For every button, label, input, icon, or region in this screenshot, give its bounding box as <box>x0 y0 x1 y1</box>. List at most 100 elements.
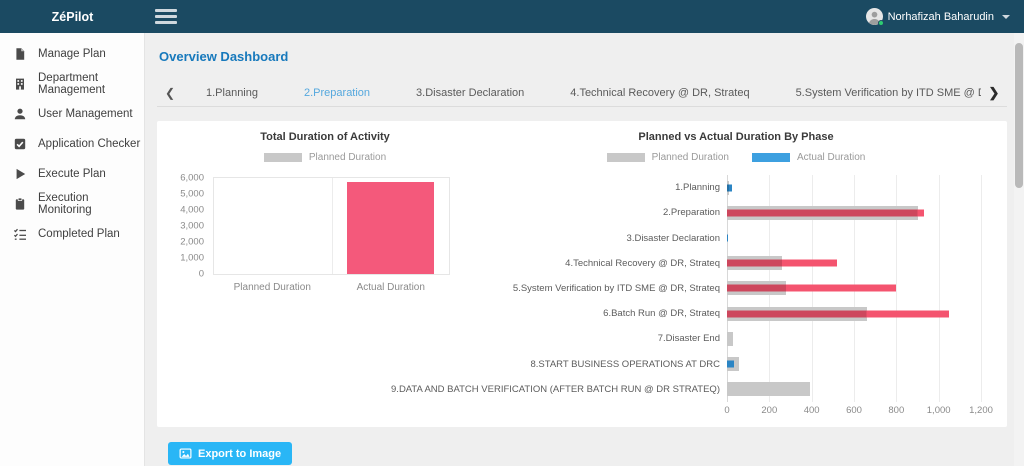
sidebar-item-label: Completed Plan <box>38 228 120 240</box>
chart-row: 6.Batch Run @ DR, Strateq <box>479 301 981 326</box>
tab-technical-recovery[interactable]: 4.Technical Recovery @ DR, Strateq <box>547 80 772 106</box>
tab-preparation[interactable]: 2.Preparation <box>281 80 393 106</box>
checklist-icon <box>13 227 27 241</box>
legend-label: Planned Duration <box>309 152 386 163</box>
bar-slot <box>214 178 332 274</box>
bar-track <box>727 225 981 250</box>
tabs-scroll-left-icon[interactable]: ❮︎ <box>157 86 183 100</box>
x-tick-label: 1,200 <box>969 405 993 416</box>
plot-area: 1.Planning 2.Preparation 3.Disaster Declar… <box>479 175 993 419</box>
row-label: 4.Technical Recovery @ DR, Strateq <box>479 258 727 269</box>
tab-system-verification[interactable]: 5.System Verification by ITD SME @ DR, S… <box>773 80 981 106</box>
main-content: Overview Dashboard ❮︎ 1.Planning 2.Prepa… <box>145 33 1024 466</box>
page-scrollbar <box>1014 33 1024 466</box>
row-label-text: 8.START BUSINESS OPERATIONS AT DRC <box>530 359 720 370</box>
sidebar-item-application-checker[interactable]: Application Checker <box>0 129 144 159</box>
building-icon <box>13 77 27 91</box>
chart-rows: 1.Planning 2.Preparation 3.Disaster Declar… <box>479 175 981 402</box>
legend-swatch <box>752 153 790 162</box>
actual-bar <box>727 260 837 267</box>
chart-legend: Planned Duration <box>171 152 479 163</box>
bar-slot <box>332 178 450 274</box>
legend-entry: Actual Duration <box>752 152 865 163</box>
y-tick-label: 0 <box>164 269 204 280</box>
app-logo: ZéPilot <box>0 10 145 24</box>
bar-track <box>727 251 981 276</box>
scrollbar-thumb[interactable] <box>1015 43 1023 188</box>
row-label-text: 3.Disaster Declaration <box>627 233 720 244</box>
image-icon <box>179 447 192 460</box>
total-duration-chart: Total Duration of Activity Planned Durat… <box>171 131 479 419</box>
row-label: 8.START BUSINESS OPERATIONS AT DRC <box>479 359 727 370</box>
chart-row: 3.Disaster Declaration <box>479 225 981 250</box>
chart-row: 8.START BUSINESS OPERATIONS AT DRC <box>479 352 981 377</box>
legend-label: Actual Duration <box>797 152 865 163</box>
actual-duration-bar <box>347 182 434 274</box>
sidebar-item-execution-monitoring[interactable]: Execution Monitoring <box>0 189 144 219</box>
sidebar-nav: Manage Plan Department Management User M… <box>0 33 145 466</box>
legend-swatch <box>264 153 302 162</box>
hamburger-menu-icon[interactable] <box>155 9 177 24</box>
row-label-text: 7.Disaster End <box>658 333 720 344</box>
play-icon <box>13 167 27 181</box>
user-icon <box>13 107 27 121</box>
sidebar-item-label: Execute Plan <box>38 168 106 180</box>
tab-planning[interactable]: 1.Planning <box>183 80 281 106</box>
y-tick-label: 4,000 <box>164 205 204 216</box>
x-axis-labels: 02004006008001,0001,200 <box>727 405 981 419</box>
avatar <box>866 8 883 25</box>
sidebar-item-label: Manage Plan <box>38 48 106 60</box>
online-status-dot <box>878 20 884 26</box>
user-menu[interactable]: Norhafizah Baharudin <box>866 8 1024 25</box>
bar-track <box>727 352 981 377</box>
x-tick-label: 400 <box>804 405 820 416</box>
planned-bar <box>727 332 733 346</box>
tab-disaster-declaration[interactable]: 3.Disaster Declaration <box>393 80 547 106</box>
row-label-text: 1.Planning <box>675 182 720 193</box>
sidebar-item-department-management[interactable]: Department Management <box>0 69 144 99</box>
chart-row: 5.System Verification by ITD SME @ DR, S… <box>479 276 981 301</box>
top-navbar: ZéPilot Norhafizah Baharudin <box>0 0 1024 33</box>
row-label: 1.Planning <box>479 182 727 193</box>
x-tick-label: 200 <box>761 405 777 416</box>
plot-area: 6,0005,0004,0003,0002,0001,0000 <box>213 177 450 275</box>
y-tick-label: 6,000 <box>164 173 204 184</box>
row-label-text: 4.Technical Recovery @ DR, Strateq <box>565 258 720 269</box>
sidebar-item-completed-plan[interactable]: Completed Plan <box>0 219 144 249</box>
bar-track <box>727 326 981 351</box>
x-tick-label: 0 <box>724 405 729 416</box>
row-label: 9.DATA AND BATCH VERIFICATION (AFTER BAT… <box>479 384 727 395</box>
row-label: 5.System Verification by ITD SME @ DR, S… <box>479 283 727 294</box>
sidebar-item-manage-plan[interactable]: Manage Plan <box>0 39 144 69</box>
chevron-down-icon <box>1002 15 1010 19</box>
x-category-label: Planned Duration <box>213 282 332 293</box>
row-label-text: 9.DATA AND BATCH VERIFICATION (AFTER BAT… <box>391 384 720 395</box>
x-tick-label: 1,000 <box>927 405 951 416</box>
sidebar-item-execute-plan[interactable]: Execute Plan <box>0 159 144 189</box>
legend-label: Planned Duration <box>652 152 729 163</box>
tabs-scroll-right-icon[interactable]: ❯︎ <box>981 85 1007 101</box>
y-tick-label: 3,000 <box>164 221 204 232</box>
bar-track <box>727 276 981 301</box>
row-label-text: 6.Batch Run @ DR, Strateq <box>603 308 720 319</box>
tab-strip: 1.Planning 2.Preparation 3.Disaster Decl… <box>183 80 981 106</box>
row-label: 6.Batch Run @ DR, Strateq <box>479 308 727 319</box>
document-icon <box>13 47 27 61</box>
row-label: 2.Preparation <box>479 207 727 218</box>
legend-swatch <box>607 153 645 162</box>
sidebar-item-label: Application Checker <box>38 138 140 150</box>
actual-bar <box>727 285 896 292</box>
export-to-image-button[interactable]: Export to Image <box>168 442 292 465</box>
chart-title: Planned vs Actual Duration By Phase <box>479 131 993 143</box>
user-name: Norhafizah Baharudin <box>888 11 994 23</box>
sidebar-item-user-management[interactable]: User Management <box>0 99 144 129</box>
x-tick-label: 800 <box>888 405 904 416</box>
chart-row: 1.Planning <box>479 175 981 200</box>
check-square-icon <box>13 137 27 151</box>
gridline <box>981 175 982 402</box>
sidebar-item-label: Execution Monitoring <box>38 192 144 216</box>
bar-track <box>727 301 981 326</box>
export-button-label: Export to Image <box>198 448 281 460</box>
bar-track <box>727 377 981 402</box>
legend-entry: Planned Duration <box>264 152 386 163</box>
